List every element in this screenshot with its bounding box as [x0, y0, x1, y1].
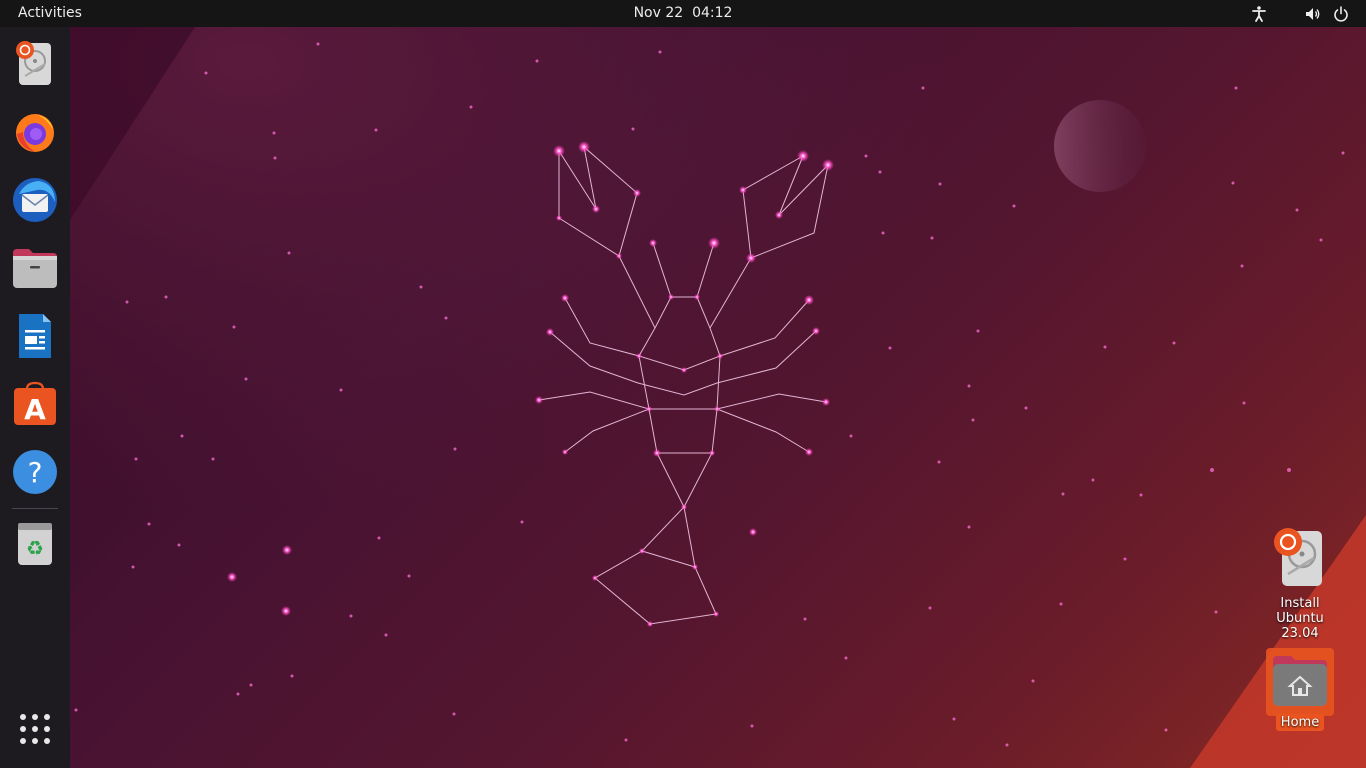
clock-time: 04:12	[692, 5, 733, 21]
lobster-constellation	[538, 145, 829, 625]
bright-stars	[227, 528, 757, 616]
svg-text:♻: ♻	[26, 536, 44, 560]
app-grid-icon	[20, 714, 50, 744]
power-icon[interactable]	[1332, 5, 1350, 23]
activities-button[interactable]: Activities	[18, 5, 82, 21]
dock-app-help[interactable]: ?	[10, 447, 60, 497]
svg-text:A: A	[24, 393, 46, 426]
install-ubuntu-label: Install Ubuntu	[1276, 596, 1324, 626]
show-applications-button[interactable]	[10, 704, 60, 754]
dock-app-thunderbird[interactable]	[10, 175, 60, 225]
dock-separator	[12, 508, 58, 509]
firefox-icon	[16, 114, 54, 152]
clock-container: Nov 22 04:12	[0, 5, 1366, 21]
desktop-background	[0, 0, 1366, 768]
writer-icon	[19, 314, 51, 358]
clock-date: Nov 22	[633, 5, 684, 21]
dock: A ? ♻	[0, 27, 70, 768]
files-icon	[13, 249, 57, 288]
software-icon: A	[14, 381, 56, 426]
background-stars	[74, 42, 1345, 747]
home-folder-icon	[1273, 656, 1327, 706]
accessibility-icon[interactable]	[1250, 5, 1268, 23]
wallpaper-art	[70, 27, 1366, 768]
dock-app-files[interactable]	[10, 243, 60, 293]
svg-text:?: ?	[28, 456, 43, 489]
moon	[1054, 100, 1146, 192]
dock-app-libreoffice-writer[interactable]	[10, 311, 60, 361]
dock-app-install-ubuntu[interactable]	[10, 39, 60, 89]
home-label: Home	[1275, 714, 1325, 731]
desktop-icon-home[interactable]: Home	[1255, 652, 1345, 731]
help-icon: ?	[13, 450, 57, 494]
dock-app-trash[interactable]: ♻	[10, 519, 60, 569]
constellation-stars	[535, 141, 834, 627]
install-ubuntu-version: 23.04	[1281, 626, 1319, 641]
clock[interactable]: Nov 22 04:12	[634, 5, 733, 21]
top-bar: Activities Nov 22 04:12	[0, 0, 1366, 27]
dock-app-ubuntu-software[interactable]: A	[10, 379, 60, 429]
dock-app-firefox[interactable]	[10, 107, 60, 157]
installer-icon	[1274, 528, 1322, 586]
desktop-icon-install-ubuntu[interactable]: Install Ubuntu 23.04	[1255, 526, 1345, 641]
trash-icon: ♻	[18, 523, 52, 565]
thunderbird-icon	[13, 178, 57, 222]
installer-icon	[16, 41, 51, 85]
volume-icon[interactable]	[1304, 5, 1322, 23]
